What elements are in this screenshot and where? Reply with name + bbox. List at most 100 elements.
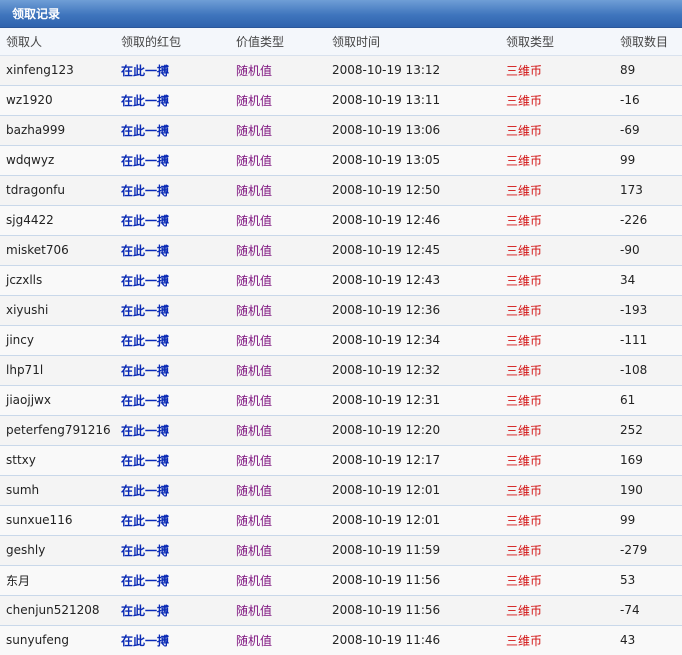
claim-records-panel: 领取记录 领取人 领取的红包 价值类型 领取时间 领取类型 领取数目 xinfe…	[0, 0, 682, 655]
claim-time: 2008-10-19 12:50	[326, 174, 500, 205]
claimer-name: geshly	[0, 534, 115, 565]
packet-link[interactable]: 在此一搏	[115, 504, 230, 535]
table-row: jiaojjwx 在此一搏 随机值 2008-10-19 12:31 三维币 61	[0, 384, 682, 415]
claimer-name: sjg4422	[0, 204, 115, 235]
claim-time: 2008-10-19 12:34	[326, 324, 500, 355]
claim-time: 2008-10-19 12:36	[326, 294, 500, 325]
value-type: 随机值	[230, 414, 326, 445]
claim-amount: -279	[614, 534, 682, 565]
claim-amount: 190	[614, 474, 682, 505]
claim-time: 2008-10-19 11:46	[326, 624, 500, 655]
table-row: sunyufeng 在此一搏 随机值 2008-10-19 11:46 三维币 43	[0, 624, 682, 655]
column-header-claimer: 领取人	[0, 28, 115, 56]
table-row: wz1920 在此一搏 随机值 2008-10-19 13:11 三维币 -16	[0, 84, 682, 115]
value-type: 随机值	[230, 534, 326, 565]
claim-time: 2008-10-19 13:05	[326, 144, 500, 175]
claim-records-table: 领取人 领取的红包 价值类型 领取时间 领取类型 领取数目 xinfeng123…	[0, 28, 682, 655]
packet-link[interactable]: 在此一搏	[115, 204, 230, 235]
claimer-name: xiyushi	[0, 294, 115, 325]
claim-type: 三维币	[500, 174, 614, 205]
claim-type: 三维币	[500, 534, 614, 565]
claim-type: 三维币	[500, 354, 614, 385]
claimer-name: chenjun521208	[0, 594, 115, 625]
packet-link[interactable]: 在此一搏	[115, 54, 230, 85]
claim-type: 三维币	[500, 204, 614, 235]
packet-link[interactable]: 在此一搏	[115, 294, 230, 325]
value-type: 随机值	[230, 144, 326, 175]
packet-link[interactable]: 在此一搏	[115, 84, 230, 115]
table-row: peterfeng791216 在此一搏 随机值 2008-10-19 12:20 三维…	[0, 414, 682, 445]
claim-type: 三维币	[500, 114, 614, 145]
table-body: xinfeng123 在此一搏 随机值 2008-10-19 13:12 三维币 89 wz…	[0, 54, 682, 655]
value-type: 随机值	[230, 444, 326, 475]
claim-time: 2008-10-19 12:31	[326, 384, 500, 415]
table-row: jincy 在此一搏 随机值 2008-10-19 12:34 三维币 -111	[0, 324, 682, 355]
packet-link[interactable]: 在此一搏	[115, 144, 230, 175]
claim-time: 2008-10-19 12:20	[326, 414, 500, 445]
claimer-name: wdqwyz	[0, 144, 115, 175]
claim-type: 三维币	[500, 474, 614, 505]
claim-amount: -193	[614, 294, 682, 325]
claim-time: 2008-10-19 12:17	[326, 444, 500, 475]
table-row: tdragonfu 在此一搏 随机值 2008-10-19 12:50 三维币 173	[0, 174, 682, 205]
value-type: 随机值	[230, 204, 326, 235]
claim-amount: 61	[614, 384, 682, 415]
claim-time: 2008-10-19 11:56	[326, 594, 500, 625]
table-header-row: 领取人 领取的红包 价值类型 领取时间 领取类型 领取数目	[0, 28, 682, 56]
packet-link[interactable]: 在此一搏	[115, 174, 230, 205]
column-header-claim-time: 领取时间	[326, 28, 500, 56]
table-row: xinfeng123 在此一搏 随机值 2008-10-19 13:12 三维币 89	[0, 54, 682, 85]
table-row: geshly 在此一搏 随机值 2008-10-19 11:59 三维币 -279	[0, 534, 682, 565]
packet-link[interactable]: 在此一搏	[115, 264, 230, 295]
packet-link[interactable]: 在此一搏	[115, 414, 230, 445]
claim-time: 2008-10-19 13:12	[326, 54, 500, 85]
claimer-name: misket706	[0, 234, 115, 265]
claim-amount: 99	[614, 504, 682, 535]
value-type: 随机值	[230, 384, 326, 415]
table-row: misket706 在此一搏 随机值 2008-10-19 12:45 三维币 -90	[0, 234, 682, 265]
column-header-packet: 领取的红包	[115, 28, 230, 56]
claimer-name: sttxy	[0, 444, 115, 475]
claim-amount: -108	[614, 354, 682, 385]
claim-type: 三维币	[500, 144, 614, 175]
packet-link[interactable]: 在此一搏	[115, 324, 230, 355]
claim-amount: 89	[614, 54, 682, 85]
value-type: 随机值	[230, 474, 326, 505]
claim-time: 2008-10-19 12:01	[326, 504, 500, 535]
packet-link[interactable]: 在此一搏	[115, 534, 230, 565]
claim-type: 三维币	[500, 564, 614, 595]
value-type: 随机值	[230, 354, 326, 385]
table-row: wdqwyz 在此一搏 随机值 2008-10-19 13:05 三维币 99	[0, 144, 682, 175]
packet-link[interactable]: 在此一搏	[115, 564, 230, 595]
claim-time: 2008-10-19 12:32	[326, 354, 500, 385]
table-row: jczxlls 在此一搏 随机值 2008-10-19 12:43 三维币 34	[0, 264, 682, 295]
claimer-name: wz1920	[0, 84, 115, 115]
packet-link[interactable]: 在此一搏	[115, 444, 230, 475]
claimer-name: bazha999	[0, 114, 115, 145]
packet-link[interactable]: 在此一搏	[115, 114, 230, 145]
claim-amount: -16	[614, 84, 682, 115]
packet-link[interactable]: 在此一搏	[115, 384, 230, 415]
claim-type: 三维币	[500, 444, 614, 475]
claim-type: 三维币	[500, 384, 614, 415]
claim-time: 2008-10-19 12:46	[326, 204, 500, 235]
claimer-name: sumh	[0, 474, 115, 505]
value-type: 随机值	[230, 54, 326, 85]
claim-amount: -226	[614, 204, 682, 235]
value-type: 随机值	[230, 324, 326, 355]
value-type: 随机值	[230, 504, 326, 535]
packet-link[interactable]: 在此一搏	[115, 474, 230, 505]
claim-time: 2008-10-19 12:01	[326, 474, 500, 505]
panel-title: 领取记录	[0, 0, 682, 28]
claim-type: 三维币	[500, 414, 614, 445]
claimer-name: sunyufeng	[0, 624, 115, 655]
claim-type: 三维币	[500, 624, 614, 655]
column-header-value-type: 价值类型	[230, 28, 326, 56]
packet-link[interactable]: 在此一搏	[115, 234, 230, 265]
claim-amount: 99	[614, 144, 682, 175]
packet-link[interactable]: 在此一搏	[115, 594, 230, 625]
packet-link[interactable]: 在此一搏	[115, 354, 230, 385]
claim-amount: -74	[614, 594, 682, 625]
packet-link[interactable]: 在此一搏	[115, 624, 230, 655]
claimer-name: sunxue116	[0, 504, 115, 535]
